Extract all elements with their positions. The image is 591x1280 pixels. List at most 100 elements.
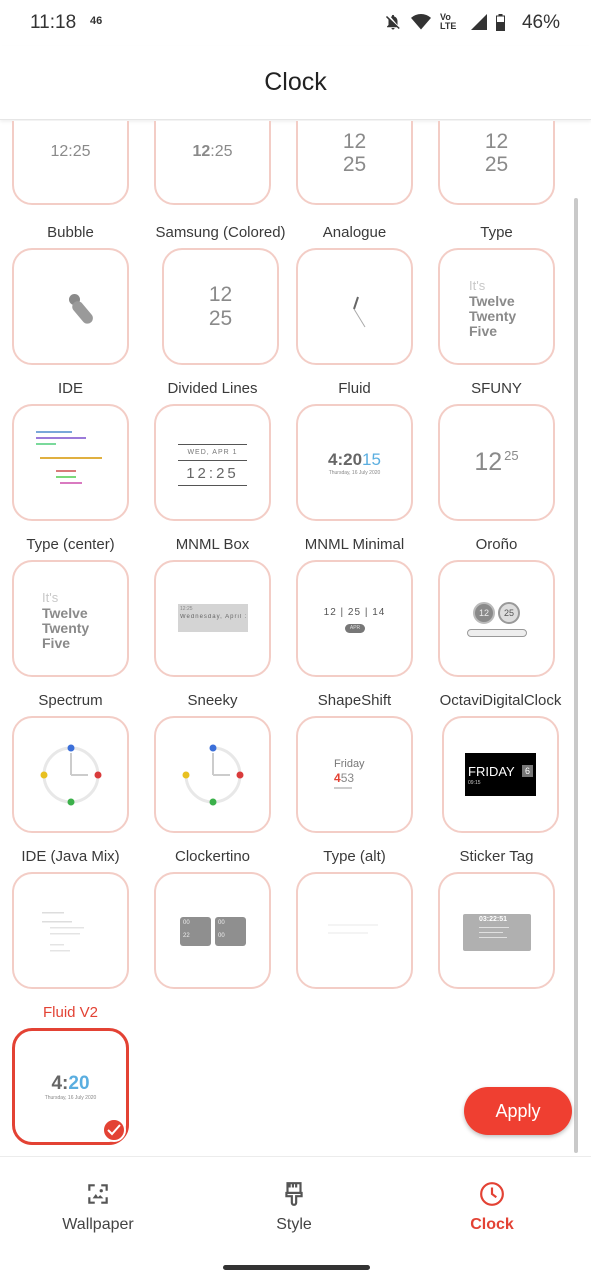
tile-line-1: 12 bbox=[208, 283, 233, 306]
fluid-time: 4:2015 bbox=[298, 450, 411, 470]
tile-line-2: 25 bbox=[208, 307, 233, 330]
clock-tile-partial-1[interactable]: 12:25 bbox=[12, 121, 129, 205]
mnml-box-small: 12:25 bbox=[180, 606, 193, 612]
clock-tile-spectrum[interactable] bbox=[12, 716, 129, 833]
clock-tile-orono[interactable]: 12 25 bbox=[438, 560, 555, 677]
fluid-date: Thursday, 16 July 2020 bbox=[328, 470, 381, 476]
clock-tile-partial-4[interactable]: 12 25 bbox=[438, 121, 555, 205]
tile-preview-text: 12:25 bbox=[156, 143, 269, 161]
clockertino-cell: 00 bbox=[183, 920, 190, 926]
mnml-minimal-time: 12 | 25 | 14 bbox=[323, 607, 386, 618]
face-label-sneeky: Sneeky bbox=[187, 692, 238, 709]
tile-line-1: 12 bbox=[484, 130, 509, 153]
ide-java-preview bbox=[42, 912, 84, 952]
sfuny-time: 12 25 bbox=[440, 448, 553, 477]
face-label-type: Type bbox=[480, 224, 513, 241]
home-indicator[interactable] bbox=[223, 1265, 370, 1270]
volte-label: Vo LTE bbox=[440, 12, 457, 31]
clock-tile-partial-2[interactable]: 12:25 bbox=[154, 121, 271, 205]
clock-tile-octavi[interactable]: FRIDAY 6 09:15 bbox=[442, 716, 559, 833]
face-label-fluid: Fluid bbox=[338, 380, 371, 397]
nav-label-wallpaper: Wallpaper bbox=[62, 1216, 134, 1233]
nav-item-wallpaper[interactable]: Wallpaper bbox=[18, 1181, 178, 1234]
clock-tile-type[interactable]: It's Twelve Twenty Five bbox=[438, 248, 555, 365]
shapeshift-small-line bbox=[334, 787, 352, 789]
sneeky-clock bbox=[182, 744, 244, 806]
clock-tile-partial-3[interactable]: 12 25 bbox=[296, 121, 413, 205]
nav-label-clock: Clock bbox=[470, 1216, 514, 1233]
fluid-time-a: 4:20 bbox=[328, 450, 363, 469]
face-label-ide-java: IDE (Java Mix) bbox=[21, 848, 120, 865]
clock-icon bbox=[480, 1182, 504, 1206]
clock-tile-sneeky[interactable] bbox=[154, 716, 271, 833]
clock-tile-fluid[interactable]: 4:2015 Thursday, 16 July 2020 bbox=[296, 404, 413, 521]
clock-tile-sticker-tag[interactable]: 03:22:51 bbox=[438, 872, 555, 989]
clock-tile-type-alt[interactable] bbox=[296, 872, 413, 989]
tile-line-1: 12 bbox=[342, 130, 367, 153]
face-label-octavi: OctaviDigitalClock bbox=[439, 692, 562, 709]
fluid-v2-time: 4:20 bbox=[15, 1073, 126, 1095]
mnml-box: 12:25 Wednesday, April 1 bbox=[178, 604, 248, 632]
sfuny-minute: 25 bbox=[504, 448, 519, 463]
fluid-v2-date: Thursday, 16 July 2020 bbox=[44, 1095, 97, 1101]
clock-tile-clockertino[interactable]: 00 22 00 00 bbox=[154, 872, 271, 989]
octavi-panel: FRIDAY 6 09:15 bbox=[465, 753, 536, 796]
face-label-spectrum: Spectrum bbox=[38, 692, 103, 709]
battery-percent: 46% bbox=[521, 12, 560, 33]
nav-label-style: Style bbox=[276, 1216, 312, 1233]
scrollbar[interactable] bbox=[574, 198, 578, 1153]
tile-preview-text: 12:25 bbox=[50, 143, 91, 160]
shapeshift-digit-b: 53 bbox=[340, 771, 355, 785]
clock-tile-samsung[interactable]: 12 25 bbox=[162, 248, 279, 365]
app-bar: Clock bbox=[0, 46, 591, 120]
nav-item-style[interactable]: Style bbox=[214, 1181, 374, 1234]
clock-tile-analogue[interactable] bbox=[296, 248, 413, 365]
fluid-v2-time-a: 4: bbox=[51, 1073, 69, 1094]
face-label-shapeshift: ShapeShift bbox=[317, 692, 392, 709]
network-badge: 46 bbox=[90, 15, 103, 27]
preview-bold: 12 bbox=[192, 143, 211, 160]
clock-tile-ide-java[interactable] bbox=[12, 872, 129, 989]
clock-tile-bubble[interactable] bbox=[12, 248, 129, 365]
clock-tile-divided-lines[interactable]: WED, APR 1 12:25 bbox=[154, 404, 271, 521]
status-bar: 11:18 46 Vo LTE 46% bbox=[0, 0, 591, 46]
nav-item-clock[interactable]: Clock bbox=[412, 1181, 572, 1234]
mnml-minimal-pill: APR bbox=[345, 624, 365, 633]
type-alt-faint-line bbox=[328, 932, 368, 934]
fluid-time-b: 15 bbox=[362, 450, 381, 469]
selected-check-icon bbox=[102, 1118, 126, 1142]
divided-line-top bbox=[178, 444, 247, 445]
face-label-analogue: Analogue bbox=[322, 224, 387, 241]
clock-face-grid[interactable]: 12:25 12:25 12 25 12 25 Bubble Samsung (… bbox=[0, 121, 591, 1155]
clockertino-cell: 00 bbox=[218, 920, 225, 926]
clock-tile-ide[interactable] bbox=[12, 404, 129, 521]
face-label-bubble: Bubble bbox=[47, 224, 94, 241]
analogue-hands bbox=[353, 296, 366, 328]
clock-tile-type-center[interactable]: It's Twelve Twenty Five bbox=[12, 560, 129, 677]
clock-tile-mnml-minimal[interactable]: 12 | 25 | 14 APR bbox=[296, 560, 413, 677]
type-line-2: Twelve bbox=[42, 605, 88, 621]
page-title: Clock bbox=[264, 68, 327, 96]
wifi-icon bbox=[411, 14, 431, 30]
sfuny-hour: 12 bbox=[474, 448, 503, 476]
face-label-type-center: Type (center) bbox=[26, 536, 115, 553]
type-line-1: It's bbox=[469, 278, 486, 293]
face-label-ide: IDE bbox=[57, 380, 83, 397]
preview-rest: :25 bbox=[210, 143, 233, 160]
face-label-mnml-minimal: MNML Minimal bbox=[304, 536, 405, 553]
clockertino-card-left: 00 22 bbox=[180, 917, 211, 946]
type-line-4: Five bbox=[469, 323, 498, 339]
apply-button[interactable]: Apply bbox=[464, 1087, 572, 1135]
clockertino-cell: 00 bbox=[218, 933, 225, 939]
notifications-off-icon bbox=[385, 14, 400, 30]
brush-icon bbox=[285, 1182, 303, 1206]
clock-tile-shapeshift[interactable]: Friday 453 bbox=[296, 716, 413, 833]
clock-tile-sfuny[interactable]: 12 25 bbox=[438, 404, 555, 521]
tile-line-2: 25 bbox=[342, 153, 367, 176]
clock-tile-mnml-box[interactable]: 12:25 Wednesday, April 1 bbox=[154, 560, 271, 677]
orono-bar bbox=[467, 629, 527, 637]
divided-time: 12:25 bbox=[186, 465, 239, 482]
sticker-tag-line bbox=[479, 937, 507, 938]
sticker-tag-time: 03:22:51 bbox=[479, 916, 508, 923]
mnml-box-text: Wednesday, April 1 bbox=[180, 614, 246, 620]
